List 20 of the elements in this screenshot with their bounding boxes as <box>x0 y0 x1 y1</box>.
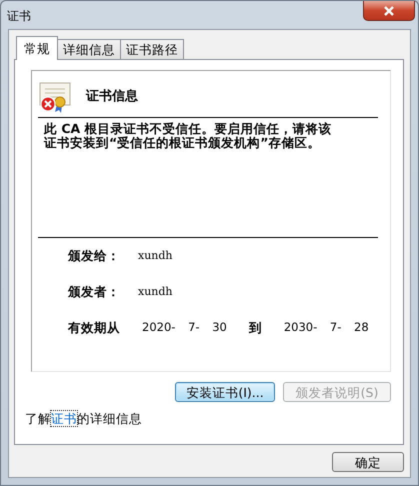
field-label: 颁发给： <box>68 246 121 265</box>
tab[interactable]: 常规 <box>16 36 58 60</box>
section-heading: 证书信息 <box>86 88 138 106</box>
field-label: 颁发者： <box>68 282 121 301</box>
date-separator: 到 <box>248 318 262 337</box>
tab[interactable]: 详细信息 <box>57 39 121 59</box>
window-title: 证书 <box>7 8 31 25</box>
action-button[interactable]: 安装证书(I)... <box>175 382 275 402</box>
close-button[interactable] <box>363 1 415 21</box>
certificate-link[interactable]: 证书 <box>51 411 77 426</box>
tab[interactable]: 证书路径 <box>120 39 184 59</box>
field-value: xundh <box>138 284 172 300</box>
validity-label: 有效期从 <box>68 318 120 337</box>
details-text: 了解证书的详细信息 <box>25 410 143 428</box>
trust-message: 此 CA 根目录证书不受信任。要启用信任，请将该证书安装到“受信任的根证书颁发机构”存储区。 <box>38 118 378 238</box>
close-icon <box>384 6 394 16</box>
field-value: xundh <box>138 248 172 264</box>
date-value: 2020- 7- 30 <box>142 319 227 336</box>
ok-button[interactable]: 确定 <box>332 452 404 472</box>
date-value: 2030- 7- 28 <box>284 319 369 336</box>
